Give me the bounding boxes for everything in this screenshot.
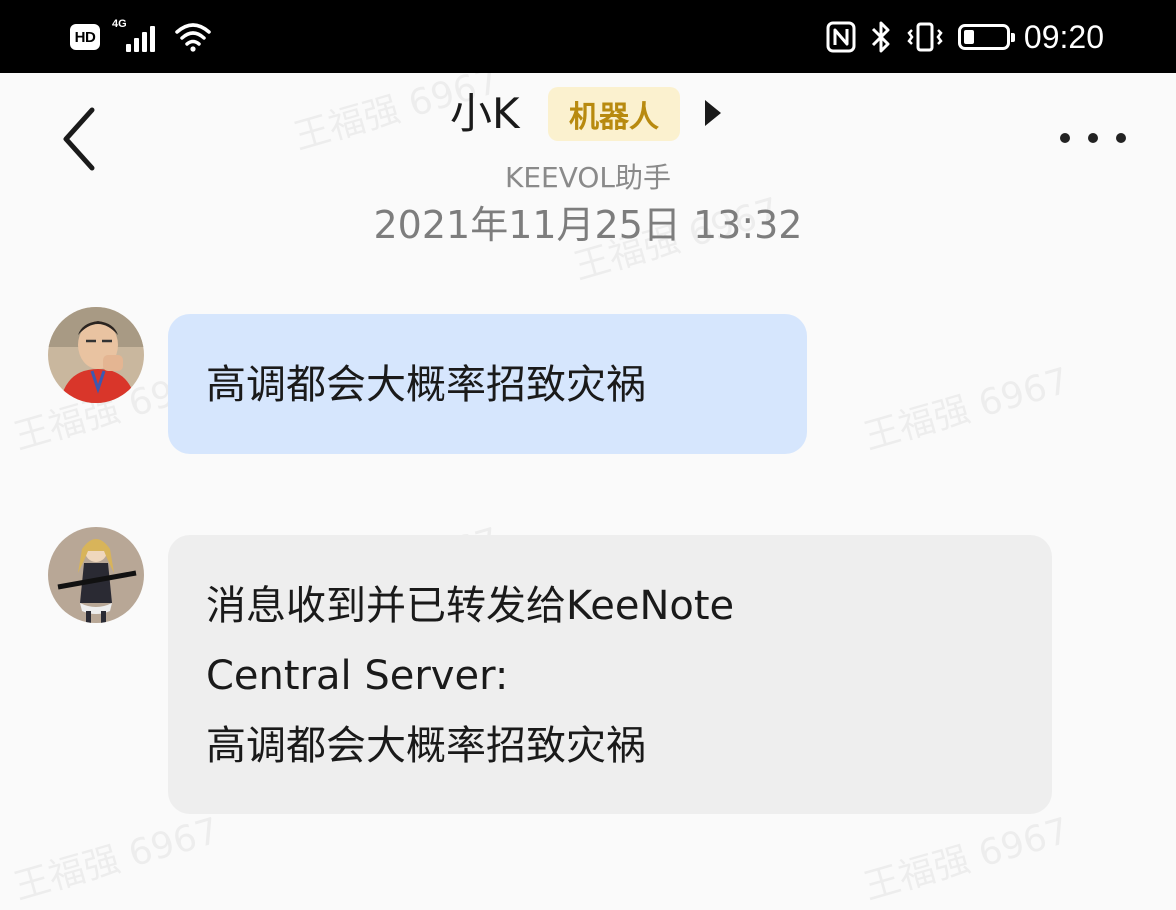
signal-icon: 4G xyxy=(112,18,162,54)
message-line: 高调都会大概率招致灾祸 xyxy=(206,723,646,769)
watermark: 王福强 6967 xyxy=(859,360,1074,459)
watermark: 王福强 6967 xyxy=(9,810,224,909)
chat-title[interactable]: 小K xyxy=(450,84,520,144)
status-left: HD 4G xyxy=(70,18,212,56)
wifi-icon xyxy=(175,23,211,52)
status-clock: 09:20 xyxy=(1023,18,1104,55)
bluetooth-icon xyxy=(871,21,890,53)
incoming-message-bubble[interactable]: 消息收到并已转发给KeeNote Central Server: 高调都会大概率… xyxy=(168,535,1052,814)
nfc-icon xyxy=(826,21,856,53)
battery-icon xyxy=(957,24,1015,50)
more-dot-icon xyxy=(1060,133,1070,143)
network-type-label: 4G xyxy=(112,18,127,30)
hd-icon: HD xyxy=(70,24,100,50)
message-line: Central Server: xyxy=(206,653,509,699)
message-timestamp: 2021年11月25日 13:32 xyxy=(373,203,803,247)
message-line: 消息收到并已转发给KeeNote xyxy=(206,583,735,629)
avatar-bot[interactable] xyxy=(48,527,144,623)
message-text: 高调都会大概率招致灾祸 xyxy=(206,362,646,408)
outgoing-message-bubble[interactable]: 高调都会大概率招致灾祸 xyxy=(168,314,807,454)
status-right: 09:20 xyxy=(826,16,1104,58)
more-dot-icon xyxy=(1088,133,1098,143)
chat-subtitle: KEEVOL助手 xyxy=(504,161,672,194)
more-dot-icon xyxy=(1116,133,1126,143)
chat-header: 小K 机器人 xyxy=(0,84,1176,144)
play-triangle-icon[interactable] xyxy=(702,98,724,128)
status-bar: HD 4G 09:20 xyxy=(0,0,1176,73)
bot-badge: 机器人 xyxy=(548,87,680,141)
avatar-user[interactable] xyxy=(48,307,144,403)
watermark: 王福强 6967 xyxy=(859,810,1074,909)
vibrate-icon xyxy=(907,22,943,52)
more-options-button[interactable] xyxy=(1060,128,1126,148)
